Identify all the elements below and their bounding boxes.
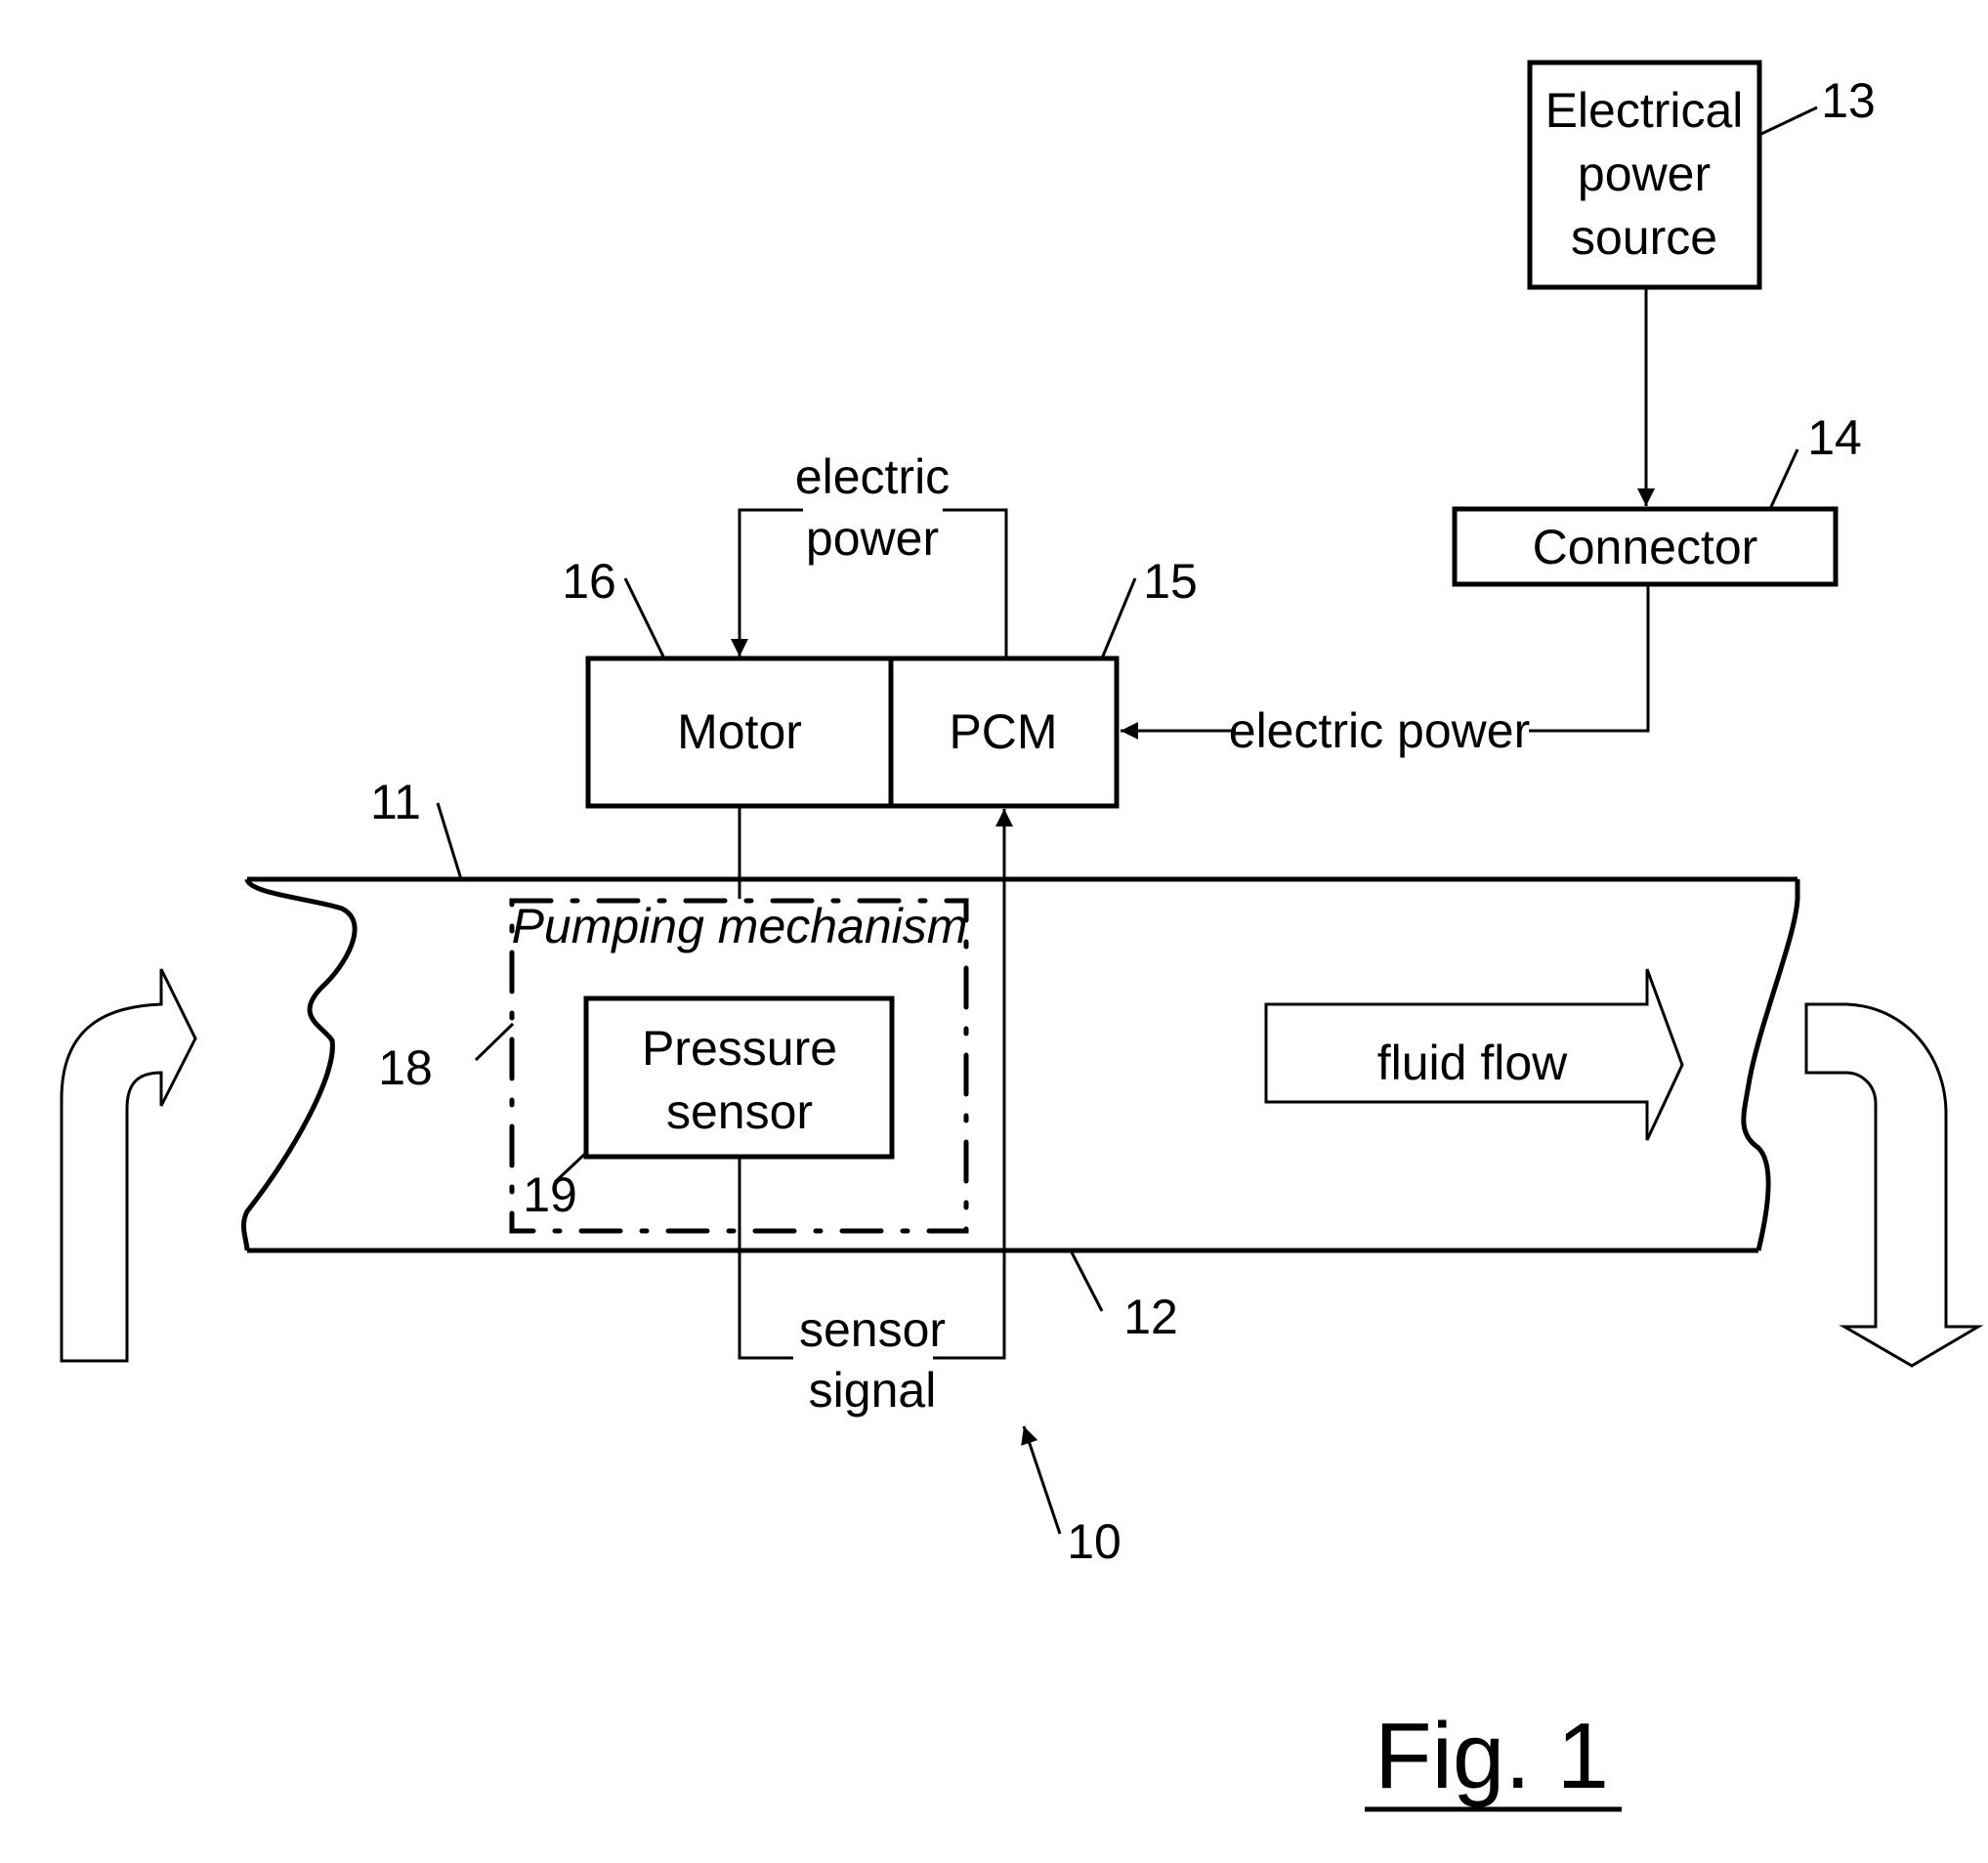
leader-16 [623,577,666,659]
leader-18 [474,1022,515,1062]
pcm-power-line [943,508,1008,658]
sensor-signal-label-1: sensor [799,1302,946,1357]
motor-block: Motor [585,656,894,809]
leader-15 [1100,577,1137,659]
pcm-to-motor-label-1: electric [795,449,950,504]
ref-18: 18 [378,1040,433,1095]
power-source-line-3: source [1571,210,1717,265]
pcm-block: PCM [888,656,1120,809]
leader-11 [436,802,463,880]
pumping-mechanism-label: Pumping mechanism [512,899,968,953]
system-pointer-arrow [1021,1425,1062,1535]
ref-16: 16 [562,554,616,609]
ref-13: 13 [1821,73,1876,128]
connector-label: Connector [1533,520,1758,574]
pipe-left-break [240,877,358,1251]
figure-caption: Fig. 1 [1375,1704,1609,1808]
ref-12: 12 [1123,1290,1178,1344]
diagram-svg: Electrical power source 13 Connector 14 … [60,60,1984,1812]
pcm-label: PCM [949,704,1057,759]
power-source-line-1: Electrical [1545,83,1744,138]
ref-15: 15 [1143,554,1198,609]
connector-to-pcm-label: electric power [1229,703,1530,758]
ref-10: 10 [1067,1514,1121,1569]
sensor-signal-line [738,1157,793,1360]
pressure-sensor-block: Pressure sensor [583,995,895,1160]
power-source-block: Electrical power source [1527,60,1762,290]
fluid-flow-label: fluid flow [1377,1036,1568,1090]
patent-figure: Electrical power source 13 Connector 14 … [0,0,1988,1863]
inlet-flow-arrow [60,968,197,1363]
power-source-line-2: power [1578,147,1711,201]
sensor-signal-label-2: signal [809,1363,937,1418]
leader-13 [1758,106,1818,137]
ref-19: 19 [523,1167,577,1222]
leader-12 [1069,1249,1104,1312]
pcm-to-motor-label-2: power [806,511,939,566]
connector-power-line [1529,584,1650,733]
ref-14: 14 [1807,410,1862,465]
leader-14 [1768,448,1799,510]
ref-11: 11 [370,775,421,829]
connector-block: Connector [1452,506,1839,587]
pipe-right-break [1741,879,1800,1251]
pressure-sensor-line-1: Pressure [642,1021,837,1076]
pressure-sensor-line-2: sensor [666,1084,813,1139]
motor-label: Motor [677,704,802,759]
outlet-flow-arrow [1804,1002,1984,1368]
power-to-motor-arrow [731,508,803,656]
